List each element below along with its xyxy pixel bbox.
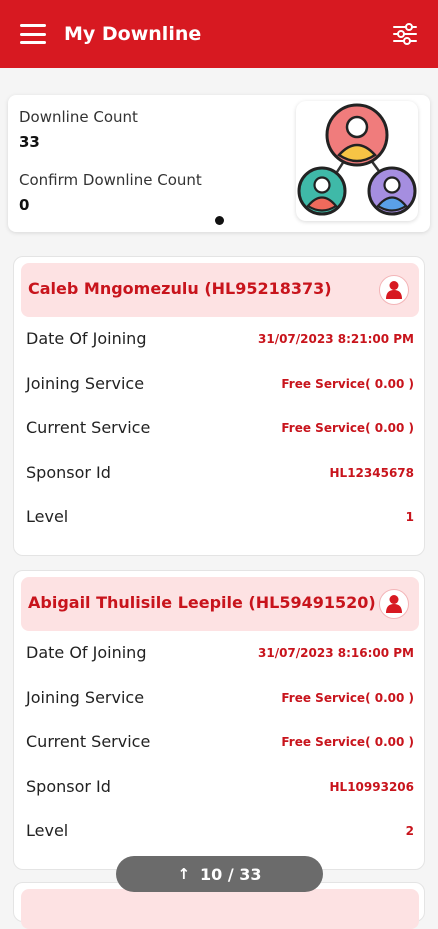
arrow-up-icon: ↑ (177, 865, 191, 883)
level-label: Level (26, 821, 69, 840)
page-counter: 10 / 33 (200, 864, 262, 884)
level-value: 2 (405, 824, 414, 838)
member-card-header: Caleb Mngomezulu (HL95218373) (21, 263, 419, 317)
current-service-value: Free Service( 0.00 ) (281, 735, 414, 749)
confirm-downline-count-label: Confirm Downline Count (19, 171, 202, 189)
date-of-joining-value: 31/07/2023 8:21:00 PM (258, 332, 414, 346)
page-indicator-dot (215, 216, 224, 225)
user-icon[interactable] (379, 589, 409, 619)
sponsor-id-label: Sponsor Id (26, 777, 111, 796)
member-card-header (21, 889, 419, 929)
date-of-joining-label: Date Of Joining (26, 329, 147, 348)
scroll-position-indicator[interactable]: ↑ 10 / 33 (116, 856, 323, 892)
date-of-joining-value: 31/07/2023 8:16:00 PM (258, 646, 414, 660)
level-row: Level 2 (26, 819, 414, 845)
date-of-joining-row: Date Of Joining 31/07/2023 8:16:00 PM (26, 641, 414, 667)
joining-service-label: Joining Service (26, 688, 145, 707)
member-name: Abigail Thulisile Leepile (HL59491520) (28, 593, 376, 612)
joining-service-row: Joining Service Free Service( 0.00 ) (26, 686, 414, 712)
confirm-downline-count-value: 0 (19, 196, 30, 214)
joining-service-row: Joining Service Free Service( 0.00 ) (26, 372, 414, 398)
level-row: Level 1 (26, 505, 414, 531)
joining-service-value: Free Service( 0.00 ) (281, 691, 414, 705)
date-of-joining-row: Date Of Joining 31/07/2023 8:21:00 PM (26, 327, 414, 353)
member-card-header: Abigail Thulisile Leepile (HL59491520) (21, 577, 419, 631)
member-card[interactable]: Abigail Thulisile Leepile (HL59491520) D… (13, 570, 425, 870)
user-icon[interactable] (379, 275, 409, 305)
sponsor-id-value: HL12345678 (329, 466, 415, 480)
downline-summary-card: Downline Count 33 Confirm Downline Count… (8, 95, 430, 232)
level-label: Level (26, 507, 69, 526)
member-card[interactable]: Caleb Mngomezulu (HL95218373) Date Of Jo… (13, 256, 425, 556)
current-service-row: Current Service Free Service( 0.00 ) (26, 730, 414, 756)
sponsor-id-row: Sponsor Id HL12345678 (26, 461, 414, 487)
page-title: My Downline (64, 23, 202, 45)
downline-count-label: Downline Count (19, 108, 138, 126)
app-header: My Downline (0, 0, 438, 68)
sponsor-id-label: Sponsor Id (26, 463, 111, 482)
date-of-joining-label: Date Of Joining (26, 643, 147, 662)
level-value: 1 (405, 510, 414, 524)
joining-service-label: Joining Service (26, 374, 145, 393)
downline-count-value: 33 (19, 133, 40, 151)
current-service-label: Current Service (26, 732, 151, 751)
network-icon (296, 101, 418, 221)
sponsor-id-row: Sponsor Id HL10993206 (26, 775, 414, 801)
current-service-label: Current Service (26, 418, 151, 437)
joining-service-value: Free Service( 0.00 ) (281, 377, 414, 391)
member-name: Caleb Mngomezulu (HL95218373) (28, 279, 332, 298)
filter-settings-icon[interactable] (392, 21, 418, 47)
current-service-value: Free Service( 0.00 ) (281, 421, 414, 435)
sponsor-id-value: HL10993206 (329, 780, 415, 794)
hamburger-menu-icon[interactable] (20, 24, 46, 44)
current-service-row: Current Service Free Service( 0.00 ) (26, 416, 414, 442)
